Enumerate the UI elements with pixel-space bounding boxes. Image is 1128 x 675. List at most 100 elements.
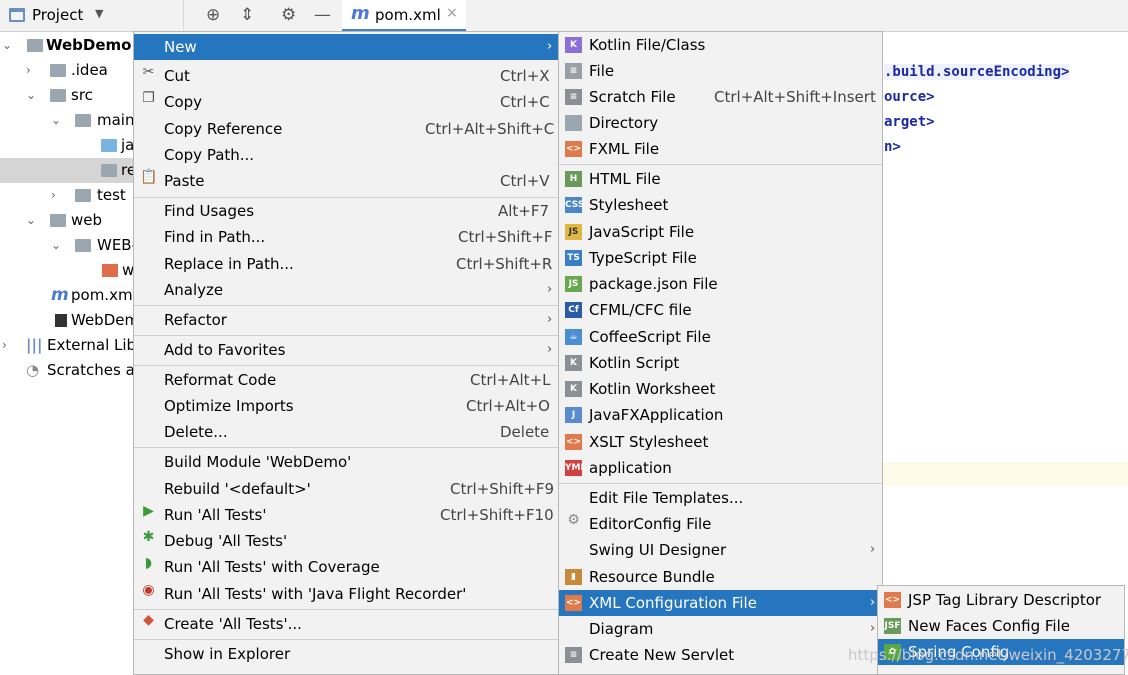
tree-item[interactable]: ◔ Scratches ar (0, 358, 141, 383)
menu-item-label: HTML File (589, 170, 661, 188)
tree-item[interactable]: › ||| External Lib (0, 333, 136, 358)
menu-item-label: Build Module 'WebDemo' (164, 453, 352, 471)
fxml-icon: <> (565, 141, 582, 157)
menu-item-run-with-flight-recorder[interactable]: ◉ Run 'All Tests' with 'Java Flight Reco… (134, 581, 559, 607)
menu-item-javafx-application[interactable]: J JavaFXApplication (559, 402, 882, 428)
menu-item-resource-bundle[interactable]: ▮ Resource Bundle (559, 564, 882, 590)
menu-item-copy-path[interactable]: Copy Path... (134, 142, 559, 168)
menu-item-replace-in-path[interactable]: Replace in Path... Ctrl+Shift+R (134, 251, 559, 277)
tree-item-selected[interactable]: re (0, 158, 136, 183)
menu-item-create-all-tests[interactable]: ◆ Create 'All Tests'... (134, 611, 559, 637)
toolbar-divider (183, 0, 184, 32)
menu-item-swing-ui-designer[interactable]: Swing UI Designer › (559, 537, 882, 563)
shortcut-label: Ctrl+Shift+F (458, 228, 553, 246)
menu-item-find-in-path[interactable]: Find in Path... Ctrl+Shift+F (134, 224, 559, 250)
tree-item[interactable]: ⌄ src (0, 83, 135, 108)
menu-item-label: New Faces Config File (908, 617, 1070, 635)
hide-icon[interactable]: — (314, 5, 331, 25)
tree-item[interactable]: m pom.xm (0, 283, 135, 308)
menu-item-xml-configuration-file[interactable]: <> XML Configuration File › (559, 590, 882, 616)
menu-separator (134, 365, 559, 366)
chevron-down-icon[interactable]: ▼ (95, 7, 103, 20)
menu-item-faces-config[interactable]: JSF New Faces Config File (878, 613, 1124, 639)
tree-item[interactable]: ja (0, 133, 135, 158)
menu-item-application[interactable]: YML application (559, 455, 882, 481)
folder-icon (50, 64, 66, 77)
menu-item-label: JavaScript File (589, 223, 695, 241)
menu-item-cfml-file[interactable]: Cf CFML/CFC file (559, 297, 882, 323)
menu-item-jsp-tag-library[interactable]: <> JSP Tag Library Descriptor (878, 587, 1124, 613)
menu-item-rebuild[interactable]: Rebuild '<default>' Ctrl+Shift+F9 (134, 476, 559, 502)
code-line: arget> (884, 114, 935, 130)
locate-icon[interactable]: ⊕ (206, 5, 220, 25)
menu-item-run-all-tests[interactable]: ▶ Run 'All Tests' Ctrl+Shift+F10 (134, 502, 559, 528)
menu-item-label: Kotlin Script (589, 354, 680, 372)
menu-item-stylesheet[interactable]: CSS Stylesheet (559, 192, 882, 218)
menu-item-kotlin-worksheet[interactable]: K Kotlin Worksheet (559, 376, 882, 402)
tree-item[interactable]: › test (0, 183, 135, 208)
menu-item-scratch-file[interactable]: ≡ Scratch File Ctrl+Alt+Shift+Insert (559, 84, 882, 110)
menu-item-paste[interactable]: 📋 Paste Ctrl+V (134, 168, 559, 194)
tree-item[interactable]: ⌄ WebDemo (0, 33, 135, 58)
menu-item-show-in-explorer[interactable]: Show in Explorer (134, 641, 559, 667)
menu-item-typescript-file[interactable]: TS TypeScript File (559, 245, 882, 271)
collapse-all-icon[interactable]: ⇕ (240, 5, 254, 25)
chevron-down-icon[interactable]: ⌄ (51, 108, 61, 133)
menu-separator (134, 305, 559, 306)
tree-item-label: WebDemo (46, 36, 132, 54)
menu-item-editorconfig-file[interactable]: ⚙ EditorConfig File (559, 511, 882, 537)
project-view-selector[interactable]: Project (32, 6, 83, 24)
menu-item-copy-reference[interactable]: Copy Reference Ctrl+Alt+Shift+C (134, 116, 559, 142)
menu-item-directory[interactable]: Directory (559, 110, 882, 136)
chevron-right-icon[interactable]: › (26, 58, 31, 83)
menu-item-debug-all-tests[interactable]: ✱ Debug 'All Tests' (134, 528, 559, 554)
menu-item-run-with-coverage[interactable]: ◗ Run 'All Tests' with Coverage (134, 554, 559, 580)
menu-item-javascript-file[interactable]: JS JavaScript File (559, 219, 882, 245)
menu-item-optimize-imports[interactable]: Optimize Imports Ctrl+Alt+O (134, 393, 559, 419)
menu-item-file[interactable]: ≡ File (559, 58, 882, 84)
tree-item[interactable]: ⌄ web (0, 208, 135, 233)
close-icon[interactable]: × (446, 5, 458, 21)
code-editor[interactable]: .build.sourceEncoding> ource> arget> n> (880, 32, 1128, 675)
chevron-down-icon[interactable]: ⌄ (26, 83, 36, 108)
menu-item-copy[interactable]: ❐ Copy Ctrl+C (134, 89, 559, 115)
chevron-down-icon[interactable]: ⌄ (51, 233, 61, 258)
tree-item[interactable]: ⌄ WEB- (0, 233, 138, 258)
context-menu: New › ✂ Cut Ctrl+X ❐ Copy Ctrl+C Copy Re… (133, 31, 560, 675)
tree-item[interactable]: ⌄ main (0, 108, 135, 133)
menu-item-reformat-code[interactable]: Reformat Code Ctrl+Alt+L (134, 367, 559, 393)
ts-icon: TS (565, 250, 582, 266)
chevron-down-icon[interactable]: ⌄ (2, 33, 12, 58)
menu-item-find-usages[interactable]: Find Usages Alt+F7 (134, 198, 559, 224)
menu-item-coffeescript-file[interactable]: ☕ CoffeeScript File (559, 324, 882, 350)
tree-item[interactable]: w (0, 258, 135, 283)
menu-item-delete[interactable]: Delete... Delete (134, 419, 559, 445)
tab-pom-xml[interactable]: m pom.xml × (342, 0, 466, 32)
folder-icon (50, 89, 66, 102)
chevron-right-icon[interactable]: › (51, 183, 56, 208)
menu-item-build-module[interactable]: Build Module 'WebDemo' (134, 449, 559, 475)
chevron-down-icon[interactable]: ⌄ (26, 208, 36, 233)
tree-item-label: WEB- (97, 236, 138, 254)
tree-item[interactable]: WebDem (0, 308, 139, 333)
menu-item-label: XML Configuration File (589, 594, 757, 612)
menu-item-kotlin-script[interactable]: K Kotlin Script (559, 350, 882, 376)
menu-item-add-to-favorites[interactable]: Add to Favorites › (134, 337, 559, 363)
menu-item-fxml-file[interactable]: <> FXML File (559, 136, 882, 162)
menu-item-kotlin-file[interactable]: K Kotlin File/Class (559, 32, 882, 58)
menu-item-diagram[interactable]: Diagram › (559, 616, 882, 642)
menu-item-cut[interactable]: ✂ Cut Ctrl+X (134, 63, 559, 89)
menu-item-xslt-stylesheet[interactable]: <> XSLT Stylesheet (559, 429, 882, 455)
menu-item-refactor[interactable]: Refactor › (134, 307, 559, 333)
nodejs-icon: JS (565, 276, 582, 292)
menu-item-edit-file-templates[interactable]: Edit File Templates... (559, 485, 882, 511)
menu-item-html-file[interactable]: H HTML File (559, 166, 882, 192)
menu-item-package-json[interactable]: JS package.json File (559, 271, 882, 297)
menu-item-analyze[interactable]: Analyze › (134, 277, 559, 303)
menu-item-new[interactable]: New › (134, 34, 559, 60)
menu-item-create-new-servlet[interactable]: ≡ Create New Servlet (559, 642, 882, 668)
tree-item[interactable]: › .idea (0, 58, 135, 83)
chevron-right-icon[interactable]: › (2, 333, 7, 358)
menu-item-label: Kotlin Worksheet (589, 380, 716, 398)
gear-icon[interactable]: ⚙ (281, 5, 296, 25)
